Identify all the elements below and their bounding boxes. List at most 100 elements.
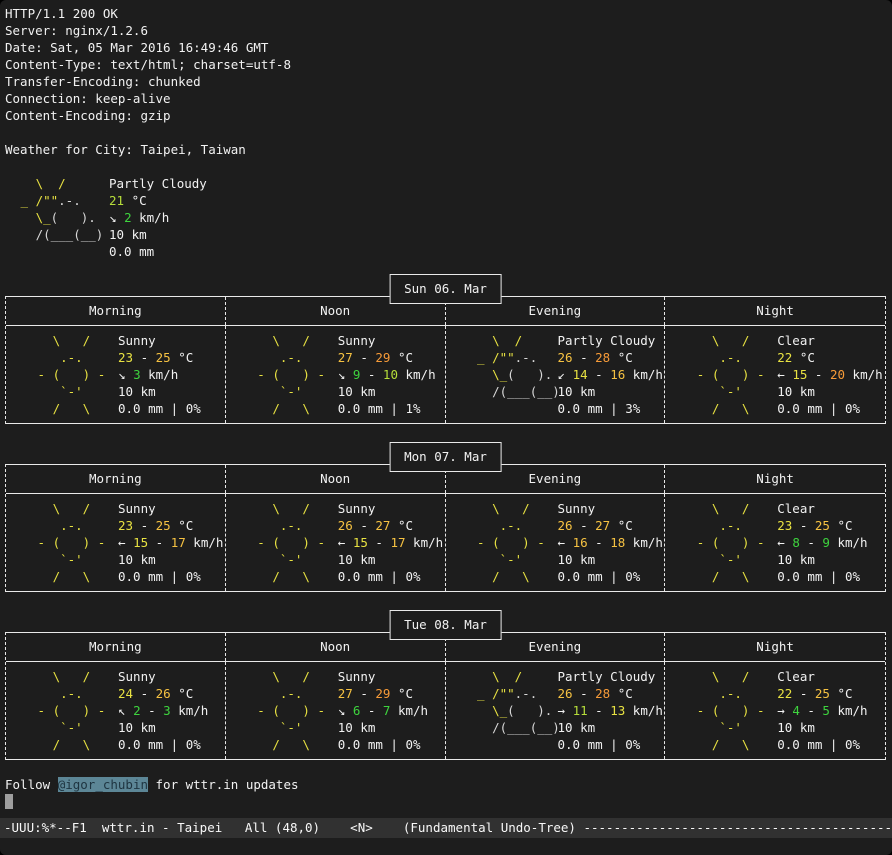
text-segment: \ / <box>250 669 310 684</box>
text-segment: 10 km <box>118 720 156 735</box>
text-segment: 17 <box>390 535 405 550</box>
text-segment: °C <box>610 350 633 365</box>
text-segment: 10 km <box>777 384 815 399</box>
http-header-line: Transfer-Encoding: chunked <box>5 73 887 90</box>
text-segment: 10 km <box>109 227 147 242</box>
text-segment: ( ). <box>507 367 552 382</box>
text-segment: - <box>353 350 376 365</box>
weather-details: Sunny23 - 25 °C↘ 3 km/h10 km0.0 mm | 0% <box>118 332 225 417</box>
text-segment: - ( ) - <box>250 367 325 382</box>
text-segment: `-' <box>689 720 742 735</box>
text-segment: 28 <box>595 686 610 701</box>
text-segment: 28 <box>595 350 610 365</box>
text-segment: 15 <box>353 535 368 550</box>
text-segment: / \ <box>30 401 90 416</box>
text-segment: Partly Cloudy <box>558 333 656 348</box>
current-weather-art: \ / _ /"".-. \_( ). /(___(__) <box>13 175 109 260</box>
text-segment: 29 <box>375 350 390 365</box>
text-segment: °C <box>390 686 413 701</box>
text-segment: 17 <box>171 535 186 550</box>
twitter-mention[interactable]: @igor_chubin <box>58 777 148 792</box>
text-segment: ↘ <box>338 367 353 382</box>
weather-details: Sunny23 - 25 °C← 15 - 17 km/h10 km0.0 mm… <box>118 500 225 585</box>
text-segment: → <box>558 703 573 718</box>
text-segment: km/h <box>398 367 436 382</box>
text-segment: Partly Cloudy <box>109 176 207 191</box>
text-segment: 0.0 mm | 0% <box>777 569 860 584</box>
footer-line: Follow @igor_chubin for wttr.in updates <box>5 776 887 793</box>
text-segment: 3 <box>163 703 171 718</box>
text-segment: 0.0 mm | 3% <box>558 401 641 416</box>
weather-art: \ / .-. - ( ) - `-' / \ <box>250 332 338 417</box>
text-segment: 0.0 mm | 0% <box>777 401 860 416</box>
http-header-line: HTTP/1.1 200 OK <box>5 5 887 22</box>
text-segment: °C <box>830 518 853 533</box>
text-segment: - <box>353 686 376 701</box>
cursor-line <box>5 793 887 810</box>
text-segment: 10 km <box>338 552 376 567</box>
text-segment: - <box>573 686 596 701</box>
text-segment: 15 <box>133 535 148 550</box>
text-segment: 0.0 mm | 0% <box>118 569 201 584</box>
text-segment: km/h <box>390 703 428 718</box>
text-segment: \ / <box>689 501 749 516</box>
period-label: Night <box>665 465 885 493</box>
text-segment: _ /"" <box>470 686 515 701</box>
text-segment: 0.0 mm | 0% <box>118 737 201 752</box>
text-segment: \ / <box>30 669 90 684</box>
text-segment: - <box>360 703 383 718</box>
weather-art: \ / .-. - ( ) - `-' / \ <box>689 668 777 753</box>
text-segment: - ( ) - <box>30 367 105 382</box>
text-segment: Sunny <box>118 333 156 348</box>
text-segment: `-' <box>250 552 303 567</box>
text-segment: \ / <box>470 501 530 516</box>
text-segment: Sunny <box>338 501 376 516</box>
text-segment: Sunny <box>558 501 596 516</box>
forecast-table: MorningNoonEveningNight \ / .-. - ( ) - … <box>5 632 886 760</box>
weather-art: \ / .-. - ( ) - `-' / \ <box>689 500 777 585</box>
text-segment: \_ <box>470 703 508 718</box>
text-segment: 0.0 mm | 0% <box>558 737 641 752</box>
text-segment: - <box>573 350 596 365</box>
text-segment: 0.0 mm | 0% <box>338 569 421 584</box>
text-segment: Clear <box>777 669 815 684</box>
text-segment: 10 km <box>558 384 596 399</box>
text-segment: \ / <box>13 176 66 191</box>
period-label: Morning <box>6 297 226 325</box>
weather-art: \ / .-. - ( ) - `-' / \ <box>30 332 118 417</box>
text-segment: 27 <box>595 518 610 533</box>
period-cell: \ / .-. - ( ) - `-' / \Sunny27 - 29 °C↘ … <box>226 662 446 759</box>
http-header-line: Connection: keep-alive <box>5 90 887 107</box>
text-segment: 0.0 mm | 1% <box>338 401 421 416</box>
text-segment: 27 <box>338 686 353 701</box>
text-segment: - ( ) - <box>30 535 105 550</box>
period-cell: \ / .-. - ( ) - `-' / \Sunny27 - 29 °C↘ … <box>226 326 446 423</box>
weather-details: Sunny24 - 26 °C↖ 2 - 3 km/h10 km0.0 mm |… <box>118 668 225 753</box>
text-segment: 0.0 mm | 0% <box>118 401 201 416</box>
date-box: Sun 06. Mar <box>389 274 502 304</box>
text-segment: Sunny <box>338 333 376 348</box>
text-segment: °C <box>171 350 194 365</box>
text-segment: km/h <box>625 535 663 550</box>
text-segment: - <box>792 518 815 533</box>
text-segment: - ( ) - <box>250 535 325 550</box>
text-segment: .-. <box>515 686 538 701</box>
text-segment: - ( ) - <box>30 703 105 718</box>
weather-details: Clear23 - 25 °C← 8 - 9 km/h10 km0.0 mm |… <box>777 500 885 585</box>
text-segment: - <box>133 350 156 365</box>
text-segment: °C <box>390 518 413 533</box>
period-cell: \ / .-. - ( ) - `-' / \Sunny23 - 25 °C← … <box>6 494 226 591</box>
text-segment: °C <box>171 686 194 701</box>
text-segment: 25 <box>815 518 830 533</box>
text-segment: 22 <box>777 686 792 701</box>
text-segment: km/h <box>406 535 444 550</box>
text-segment: ← <box>118 535 133 550</box>
text-segment: ← <box>558 535 573 550</box>
text-segment: / \ <box>30 569 90 584</box>
text-segment: - <box>807 367 830 382</box>
http-header-line: Content-Encoding: gzip <box>5 107 887 124</box>
text-segment: - ( ) - <box>470 535 545 550</box>
weather-details: Clear22 °C← 15 - 20 km/h10 km0.0 mm | 0% <box>777 332 885 417</box>
weather-details: Clear22 - 25 °C→ 4 - 5 km/h10 km0.0 mm |… <box>777 668 885 753</box>
forecast-table: MorningNoonEveningNight \ / .-. - ( ) - … <box>5 296 886 424</box>
